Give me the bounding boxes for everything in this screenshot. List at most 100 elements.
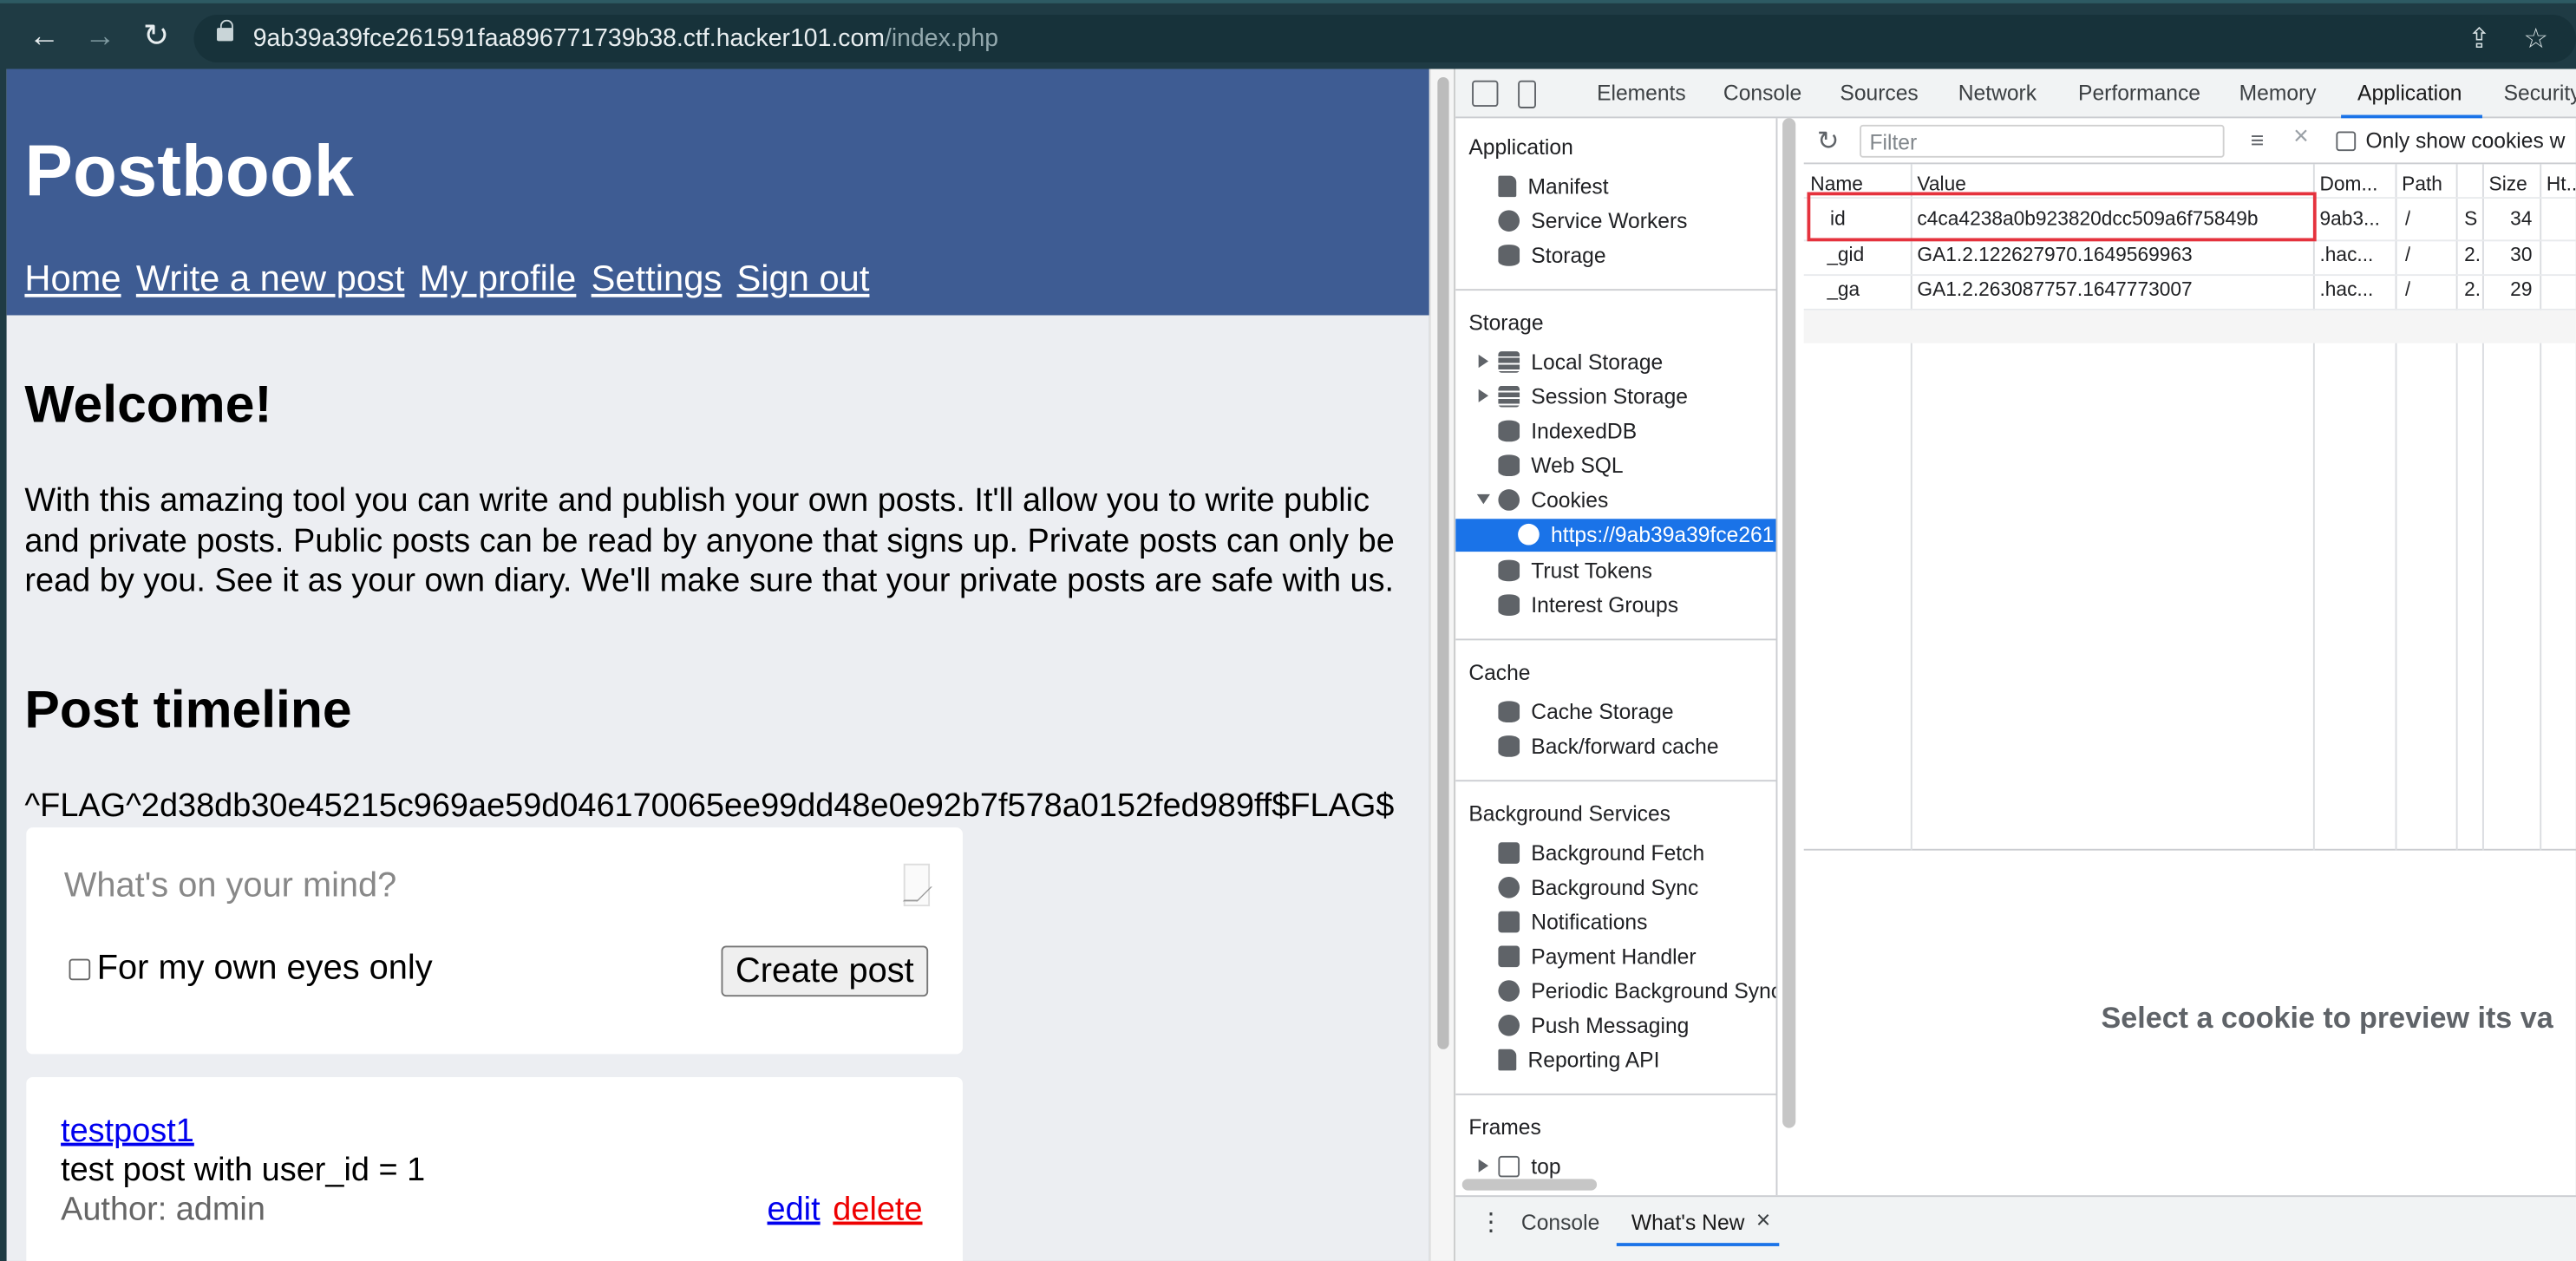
column-header-path[interactable]: Path [2402,173,2442,196]
tab-memory[interactable]: Memory [2239,81,2317,105]
sidebar-item-manifest[interactable]: Manifest [1498,173,1609,199]
tab-network[interactable]: Network [1958,81,2037,105]
cookie-name[interactable]: _ga [1827,278,1860,301]
database-icon [1498,245,1520,266]
post-title-link[interactable]: testpost1 [61,1114,194,1152]
sidebar-vertical-scrollbar[interactable] [1782,118,1796,1128]
tab-elements[interactable]: Elements [1597,81,1686,105]
cookie-size[interactable]: 34 [2510,207,2532,231]
sidebar-item-indexeddb[interactable]: IndexedDB [1498,419,1637,443]
sidebar-item-trust-tokens[interactable]: Trust Tokens [1498,559,1652,583]
refresh-icon[interactable]: ↻ [1817,125,1839,158]
tab-security[interactable]: Security [2504,81,2576,105]
devtools-panel: Elements Console Sources Network Perform… [1454,69,2576,1261]
sidebar-item-web-sql[interactable]: Web SQL [1498,454,1624,478]
sidebar-item-label: Reporting API [1527,1047,1660,1073]
cookie-expires[interactable]: S [2464,207,2477,231]
cookie-domain[interactable]: 9ab3... [2319,207,2380,231]
sidebar-item-label: Periodic Background Sync [1531,978,1778,1003]
private-checkbox-label: For my own eyes only [96,949,433,987]
tab-console[interactable]: Console [1723,81,1801,105]
edit-link[interactable]: edit [768,1192,821,1230]
cookie-path[interactable]: / [2405,207,2410,231]
nav-home[interactable]: Home [24,258,121,298]
column-header-domain[interactable]: Dom... [2319,173,2377,196]
sidebar-item-service-workers[interactable]: Service Workers [1498,208,1687,233]
file-icon [1498,1049,1517,1071]
sidebar-item-local-storage[interactable]: Local Storage [1478,350,1664,375]
resize-handle-icon[interactable] [903,863,931,907]
expand-arrow-icon[interactable] [1478,389,1489,402]
sidebar-item-storage[interactable]: Storage [1498,243,1606,268]
collapse-arrow-icon[interactable] [1476,493,1490,505]
sidebar-item-cache-storage[interactable]: Cache Storage [1498,700,1674,724]
column-header-httponly[interactable]: Ht... [2547,173,2576,196]
bookmark-star-icon[interactable]: ☆ [2523,23,2548,56]
expand-arrow-icon[interactable] [1478,354,1489,369]
filter-settings-icon[interactable]: ≡ [2251,127,2264,153]
sidebar-item-push-messaging[interactable]: Push Messaging [1498,1013,1689,1038]
sidebar-item-interest-groups[interactable]: Interest Groups [1498,592,1678,617]
drawer-tab-whats-new[interactable]: What's New [1631,1210,1745,1234]
private-checkbox[interactable] [69,958,91,981]
column-header-size[interactable]: Size [2489,173,2527,196]
sidebar-item-session-storage[interactable]: Session Storage [1478,384,1688,408]
page-scrollbar[interactable] [1429,69,1455,1261]
sidebar-item-cookie-origin[interactable]: https://9ab39a39fce261 [1518,522,1774,546]
cloud-icon [1498,1014,1520,1036]
sidebar-item-label: Local Storage [1531,350,1664,375]
sidebar-item-payment-handler[interactable]: Payment Handler [1498,944,1697,969]
table-icon [1498,385,1520,408]
share-icon[interactable]: ⇪ [2468,23,2491,56]
nav-settings[interactable]: Settings [592,258,722,298]
sidebar-item-label: https://9ab39a39fce261 [1551,522,1775,547]
tab-performance[interactable]: Performance [2078,81,2200,105]
cookie-path[interactable]: / [2405,243,2410,266]
expand-arrow-icon[interactable] [1478,1159,1489,1173]
sidebar-item-notifications[interactable]: Notifications [1498,910,1647,934]
post-textarea[interactable]: What's on your mind? [64,867,396,906]
sidebar-item-background-sync[interactable]: Background Sync [1498,875,1698,899]
device-toolbar-icon[interactable] [1518,80,1536,108]
address-bar[interactable]: 9ab39a39fce261591faa896771739b38.ctf.hac… [193,15,2576,62]
nav-sign-out[interactable]: Sign out [737,258,870,298]
nav-my-profile[interactable]: My profile [420,258,577,298]
nav-write-post[interactable]: Write a new post [136,258,405,298]
sidebar-item-bfcache[interactable]: Back/forward cache [1498,734,1719,759]
cookie-path[interactable]: / [2405,278,2410,301]
page-scroll-thumb[interactable] [1437,76,1449,1049]
cookie-value[interactable]: GA1.2.122627970.1649569963 [1917,243,2192,266]
sidebar-item-frame-top[interactable]: top [1478,1154,1561,1179]
cookie-domain[interactable]: .hac... [2319,243,2373,266]
tab-sources[interactable]: Sources [1840,81,1918,105]
id-cookie-highlight-box [1807,192,2317,242]
sidebar-item-label: Cookies [1531,487,1609,513]
sidebar-item-background-fetch[interactable]: Background Fetch [1498,840,1704,866]
close-icon[interactable]: × [1756,1207,1771,1235]
cookie-size[interactable]: 30 [2510,243,2532,266]
sidebar-item-label: Manifest [1527,173,1609,199]
tab-application[interactable]: Application [2357,81,2462,105]
drawer-tab-console[interactable]: Console [1521,1210,1599,1234]
forward-icon[interactable]: → [82,20,119,56]
reload-icon[interactable]: ↻ [138,20,174,56]
clear-icon[interactable]: × [2293,123,2309,153]
cookie-size[interactable]: 29 [2510,278,2532,301]
delete-link[interactable]: delete [833,1192,922,1230]
sidebar-horizontal-scrollbar[interactable] [1461,1179,1598,1191]
sidebar-item-periodic-sync[interactable]: Periodic Background Sync [1498,978,1778,1003]
create-post-button[interactable]: Create post [721,945,929,997]
drawer-menu-icon[interactable]: ⋮ [1479,1207,1503,1236]
sidebar-divider [1455,289,1776,291]
cookie-expires[interactable]: 2. [2464,278,2481,301]
inspect-element-icon[interactable] [1472,80,1499,108]
cookie-filter-input[interactable]: Filter [1860,124,2225,158]
back-icon[interactable]: ← [26,20,62,56]
only-show-cookies-checkbox[interactable] [2336,131,2357,152]
cookie-domain[interactable]: .hac... [2319,278,2373,301]
cookie-expires[interactable]: 2. [2464,243,2481,266]
sidebar-item-reporting-api[interactable]: Reporting API [1498,1048,1659,1072]
cookie-value[interactable]: GA1.2.263087757.1647773007 [1917,278,2192,301]
sidebar-item-cookies[interactable]: Cookies [1476,487,1609,513]
cookie-name[interactable]: _gid [1827,243,1864,266]
